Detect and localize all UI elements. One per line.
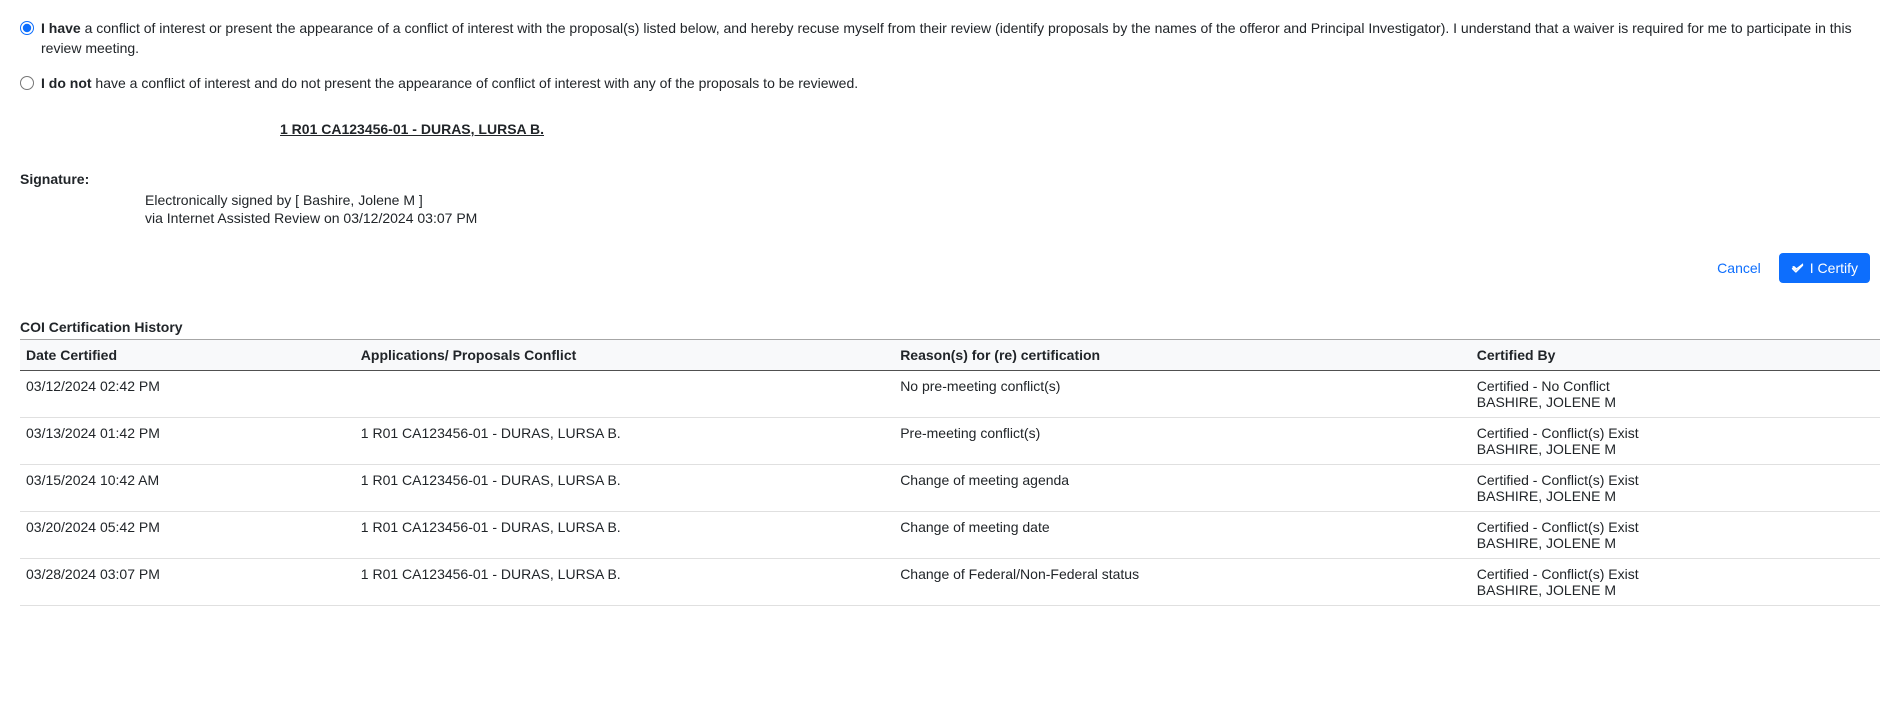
cell-reason: Change of meeting agenda [894,465,1471,512]
cell-apps [355,371,894,418]
cell-reason: Pre-meeting conflict(s) [894,418,1471,465]
signature-line-2: via Internet Assisted Review on 03/12/20… [145,209,1880,227]
conflict-have-label[interactable]: I have a conflict of interest or present… [41,18,1880,59]
table-row: 03/12/2024 02:42 PM No pre-meeting confli… [20,371,1880,418]
conflict-not-text: have a conflict of interest and do not p… [92,75,859,91]
table-row: 03/13/2024 01:42 PM1 R01 CA123456-01 - D… [20,418,1880,465]
cell-by: Certified - Conflict(s) ExistBASHIRE, JO… [1471,418,1880,465]
signature-block: Electronically signed by [ Bashire, Jole… [145,191,1880,227]
cell-by: Certified - Conflict(s) ExistBASHIRE, JO… [1471,465,1880,512]
cancel-link[interactable]: Cancel [1717,260,1761,276]
conflict-not-option: I do not have a conflict of interest and… [20,73,1880,93]
cell-by: Certified - Conflict(s) ExistBASHIRE, JO… [1471,559,1880,606]
cell-date: 03/28/2024 03:07 PM [20,559,355,606]
cell-date: 03/13/2024 01:42 PM [20,418,355,465]
cell-date: 03/20/2024 05:42 PM [20,512,355,559]
table-row: 03/28/2024 03:07 PM1 R01 CA123456-01 - D… [20,559,1880,606]
table-row: 03/15/2024 10:42 AM1 R01 CA123456-01 - D… [20,465,1880,512]
signature-line-1: Electronically signed by [ Bashire, Jole… [145,191,1880,209]
conflict-not-bold: I do not [41,75,92,91]
conflict-have-radio[interactable] [20,21,34,35]
cell-apps: 1 R01 CA123456-01 - DURAS, LURSA B. [355,559,894,606]
table-row: 03/20/2024 05:42 PM1 R01 CA123456-01 - D… [20,512,1880,559]
action-bar: Cancel I Certify [20,253,1880,283]
table-header-row: Date Certified Applications/ Proposals C… [20,340,1880,371]
cell-reason: No pre-meeting conflict(s) [894,371,1471,418]
cell-apps: 1 R01 CA123456-01 - DURAS, LURSA B. [355,465,894,512]
cell-apps: 1 R01 CA123456-01 - DURAS, LURSA B. [355,418,894,465]
col-apps-header: Applications/ Proposals Conflict [355,340,894,371]
conflict-have-option: I have a conflict of interest or present… [20,18,1880,59]
history-title: COI Certification History [20,319,1880,335]
col-date-header: Date Certified [20,340,355,371]
history-table: Date Certified Applications/ Proposals C… [20,339,1880,606]
certify-button[interactable]: I Certify [1779,253,1870,283]
conflict-have-text: a conflict of interest or present the ap… [41,20,1852,56]
conflict-not-radio[interactable] [20,76,34,90]
cell-date: 03/12/2024 02:42 PM [20,371,355,418]
cell-by: Certified - No ConflictBASHIRE, JOLENE M [1471,371,1880,418]
cell-reason: Change of Federal/Non-Federal status [894,559,1471,606]
col-reason-header: Reason(s) for (re) certification [894,340,1471,371]
cell-by: Certified - Conflict(s) ExistBASHIRE, JO… [1471,512,1880,559]
cell-reason: Change of meeting date [894,512,1471,559]
conflict-not-label[interactable]: I do not have a conflict of interest and… [41,73,1880,93]
cell-date: 03/15/2024 10:42 AM [20,465,355,512]
signature-label: Signature: [20,171,1880,187]
certify-button-label: I Certify [1810,260,1858,276]
check-icon [1791,262,1804,275]
proposal-link[interactable]: 1 R01 CA123456-01 - DURAS, LURSA B. [280,121,1880,137]
conflict-have-bold: I have [41,20,81,36]
cell-apps: 1 R01 CA123456-01 - DURAS, LURSA B. [355,512,894,559]
col-by-header: Certified By [1471,340,1880,371]
